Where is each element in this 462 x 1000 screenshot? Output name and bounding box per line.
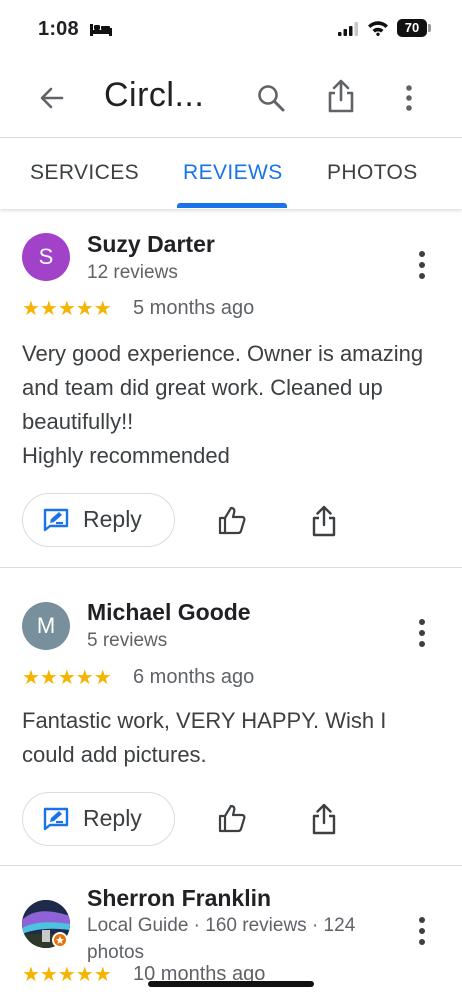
more-options-icon[interactable] (396, 82, 422, 114)
reviewer-meta: 12 reviews (87, 262, 178, 283)
reply-label: Reply (83, 805, 142, 831)
divider (0, 865, 462, 866)
home-indicator[interactable] (148, 981, 314, 987)
thumbs-up-icon[interactable] (216, 505, 248, 537)
review-more-options-icon[interactable] (410, 616, 434, 650)
review-more-options-icon[interactable] (410, 914, 434, 948)
avatar[interactable] (22, 900, 70, 948)
review-time: 6 months ago (133, 666, 255, 688)
cellular-signal-icon (338, 22, 358, 36)
share-review-icon[interactable] (310, 504, 338, 538)
reviewer-meta: Local Guide · 160 reviews · 124 photos (87, 915, 356, 963)
reply-button[interactable]: Reply (22, 792, 175, 846)
review-text: Very good experience. Owner is amazing a… (22, 341, 424, 468)
review-more-options-icon[interactable] (410, 248, 434, 282)
active-tab-indicator (177, 203, 287, 208)
reply-icon (43, 807, 69, 831)
star-rating: ★★★★★ (22, 667, 112, 689)
reply-label: Reply (83, 506, 142, 532)
page-title: Circl... (104, 76, 205, 114)
review-time: 5 months ago (133, 297, 255, 319)
tab-photos[interactable]: PHOTOS (327, 161, 418, 185)
status-bar: 1:08 70 (0, 0, 462, 62)
divider (0, 567, 462, 568)
star-rating: ★★★★★ (22, 298, 112, 320)
status-time: 1:08 (38, 18, 79, 40)
app-bar: Circl... (0, 62, 462, 138)
thumbs-up-icon[interactable] (216, 803, 248, 835)
review-text: Fantastic work, VERY HAPPY. Wish I could… (22, 708, 387, 767)
sleep-focus-icon (90, 24, 112, 36)
reply-icon (43, 508, 69, 532)
avatar[interactable]: S (22, 233, 70, 281)
tab-reviews[interactable]: REVIEWS (183, 161, 283, 185)
battery-indicator: 70 (397, 19, 427, 37)
tab-services[interactable]: SERVICES (30, 161, 139, 185)
reviewer-name[interactable]: Michael Goode (87, 599, 251, 626)
tab-bar: SERVICES REVIEWS PHOTOS (0, 139, 462, 209)
search-icon[interactable] (255, 82, 287, 114)
reviewer-name[interactable]: Suzy Darter (87, 231, 215, 258)
share-review-icon[interactable] (310, 802, 338, 836)
reply-button[interactable]: Reply (22, 493, 175, 547)
reviewer-name[interactable]: Sherron Franklin (87, 885, 271, 912)
battery-tip (428, 24, 431, 32)
reviewer-meta: 5 reviews (87, 630, 168, 651)
share-icon[interactable] (326, 78, 356, 114)
wifi-icon (368, 21, 388, 36)
avatar[interactable]: M (22, 602, 70, 650)
star-rating: ★★★★★ (22, 964, 112, 986)
back-arrow-icon[interactable] (36, 82, 68, 114)
